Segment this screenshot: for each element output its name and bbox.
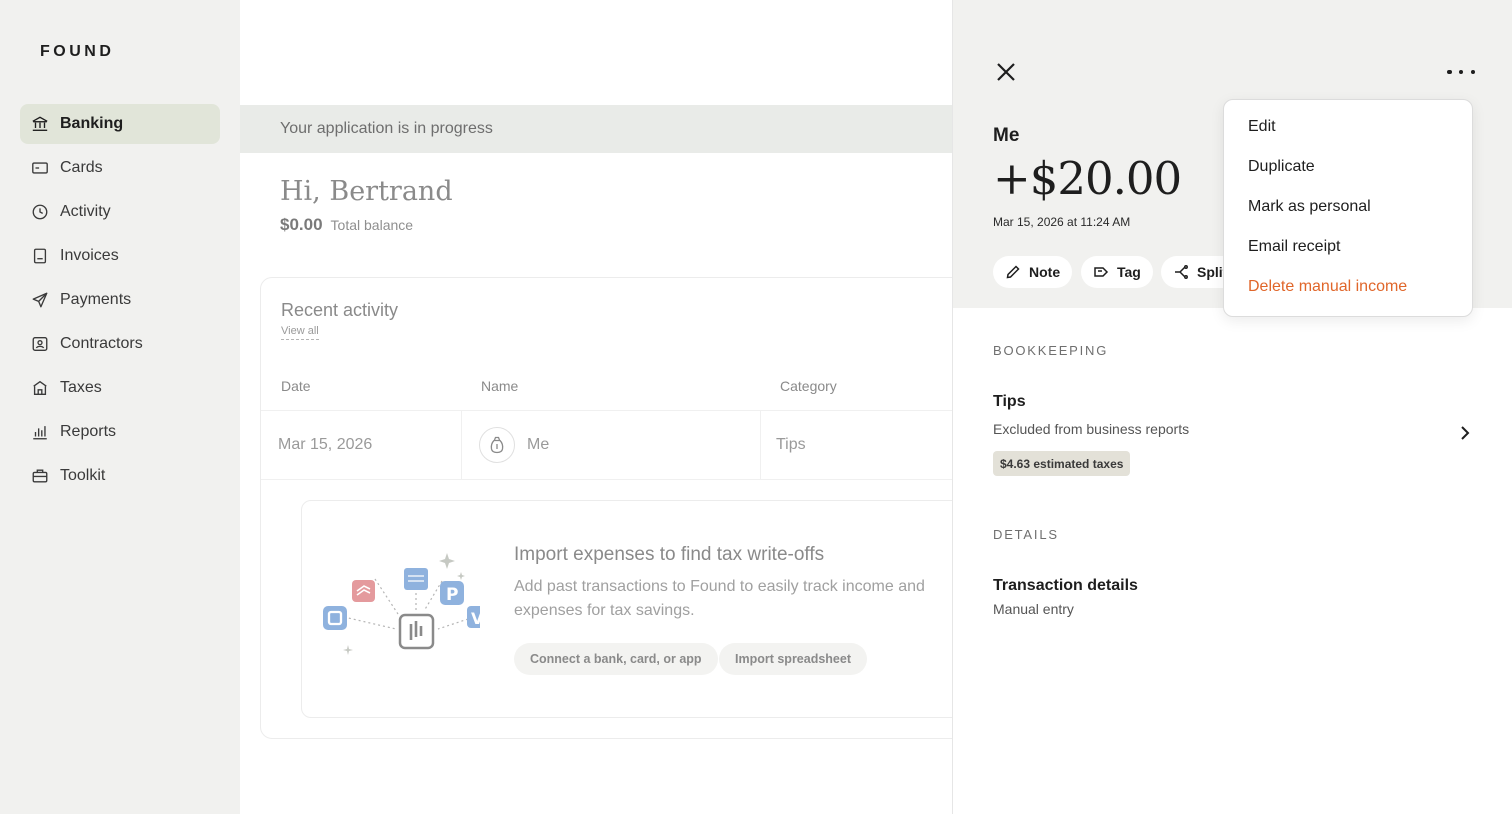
send-icon (30, 290, 50, 310)
table-row[interactable]: Mar 15, 2026 Me Tips (261, 410, 952, 480)
menu-item-duplicate[interactable]: Duplicate (1248, 158, 1315, 176)
menu-item-edit[interactable]: Edit (1248, 118, 1276, 136)
money-bag-icon (490, 436, 504, 454)
tag-icon (1094, 267, 1109, 277)
balance: $0.00 Total balance (280, 215, 413, 235)
more-options-button[interactable] (1447, 60, 1475, 84)
column-header-name[interactable]: Name (481, 378, 518, 394)
cell-divider (760, 411, 761, 479)
more-dot-icon (1447, 69, 1452, 75)
chart-icon (30, 422, 50, 442)
svg-text:P: P (446, 585, 458, 605)
card-icon (30, 158, 50, 178)
transaction-date: Mar 15, 2026 at 11:24 AM (993, 215, 1131, 229)
transaction-amount: +$20.00 (993, 152, 1182, 205)
row-name-cell: Me (479, 411, 549, 479)
category-title[interactable]: Tips (993, 393, 1026, 411)
sidebar-item-label: Reports (60, 423, 117, 440)
import-subtitle: Add past transactions to Found to easily… (514, 578, 925, 619)
contractor-icon (30, 334, 50, 354)
sidebar-item-label: Taxes (60, 379, 102, 396)
menu-item-delete-income[interactable]: Delete manual income (1248, 278, 1407, 296)
banner-text: Your application is in progress (280, 120, 493, 137)
more-dot-icon (1470, 69, 1475, 75)
column-header-category[interactable]: Category (780, 378, 837, 394)
payee-avatar (479, 427, 515, 463)
sidebar-item-label: Activity (60, 203, 111, 220)
tag-button[interactable]: Tag (1081, 256, 1153, 288)
sidebar-item-cards[interactable]: Cards (20, 148, 220, 188)
recent-activity-title: Recent activity (281, 300, 399, 320)
svg-text:V: V (471, 609, 480, 628)
sidebar-nav: Banking Cards Activity Invoices Payments (20, 104, 220, 500)
import-title: Import expenses to find tax write-offs (514, 544, 825, 565)
balance-amount: $0.00 (280, 215, 323, 234)
row-category: Tips (776, 436, 806, 453)
connect-account-button[interactable]: Connect a bank, card, or app (514, 643, 718, 675)
import-expenses-card: P V Import expenses to find tax write-of… (301, 500, 952, 718)
import-spreadsheet-button[interactable]: Import spreadsheet (719, 643, 868, 675)
view-all-link[interactable]: View all (281, 325, 319, 340)
row-name: Me (527, 436, 550, 453)
more-dot-icon (1458, 69, 1464, 75)
pencil-icon (1006, 265, 1020, 279)
sidebar-item-label: Cards (60, 159, 103, 176)
main-content: Your application is in progress Hi, Bert… (240, 0, 952, 814)
sidebar-item-label: Contractors (60, 335, 143, 352)
sidebar-item-label: Banking (60, 115, 124, 132)
taxes-icon (30, 378, 50, 398)
invoice-icon (30, 246, 50, 266)
application-banner[interactable]: Your application is in progress (240, 105, 952, 153)
close-icon (997, 63, 1015, 81)
greeting: Hi, Bertrand (280, 176, 453, 207)
note-label: Note (1029, 264, 1061, 280)
sidebar-item-taxes[interactable]: Taxes (20, 368, 220, 408)
bank-icon (30, 114, 50, 134)
sidebar-item-label: Invoices (60, 247, 119, 264)
transaction-details-subtitle: Manual entry (993, 601, 1074, 617)
sidebar-item-banking[interactable]: Banking (20, 104, 220, 144)
menu-item-mark-personal[interactable]: Mark as personal (1248, 198, 1371, 216)
sidebar-item-contractors[interactable]: Contractors (20, 324, 220, 364)
sidebar-item-payments[interactable]: Payments (20, 280, 220, 320)
tag-label: Tag (1117, 264, 1141, 280)
sidebar-item-reports[interactable]: Reports (20, 412, 220, 452)
balance-label: Total balance (330, 217, 414, 233)
transaction-details-title[interactable]: Transaction details (993, 577, 1138, 595)
more-options-menu: Edit Duplicate Mark as personal Email re… (1223, 99, 1473, 317)
sidebar-item-invoices[interactable]: Invoices (20, 236, 220, 276)
sidebar: FOUND Banking Cards Activity Invoices Pa… (0, 0, 240, 814)
menu-item-email-receipt[interactable]: Email receipt (1248, 238, 1340, 256)
details-heading: DETAILS (993, 527, 1059, 542)
app-logo[interactable]: FOUND (40, 43, 114, 61)
sidebar-item-activity[interactable]: Activity (20, 192, 220, 232)
sidebar-item-toolkit[interactable]: Toolkit (20, 456, 220, 496)
close-button[interactable] (993, 59, 1019, 85)
payee-name: Me (993, 125, 1020, 146)
cell-divider (461, 411, 462, 479)
column-header-date[interactable]: Date (281, 378, 311, 394)
chevron-right-icon (1461, 426, 1470, 440)
toolkit-icon (30, 466, 50, 486)
category-subtitle: Excluded from business reports (993, 421, 1190, 437)
recent-activity-card: Recent activity View all Date Name Categ… (260, 277, 952, 739)
sidebar-item-label: Toolkit (60, 467, 106, 484)
sidebar-item-label: Payments (60, 291, 132, 308)
row-date: Mar 15, 2026 (278, 436, 373, 453)
import-illustration: P V (323, 553, 480, 655)
note-button[interactable]: Note (993, 256, 1073, 288)
clock-icon (30, 202, 50, 222)
split-icon (1175, 265, 1188, 279)
estimated-taxes-badge: $4.63 estimated taxes (993, 451, 1131, 476)
bookkeeping-heading: BOOKKEEPING (993, 343, 1109, 358)
category-chevron-button[interactable] (1457, 424, 1473, 442)
